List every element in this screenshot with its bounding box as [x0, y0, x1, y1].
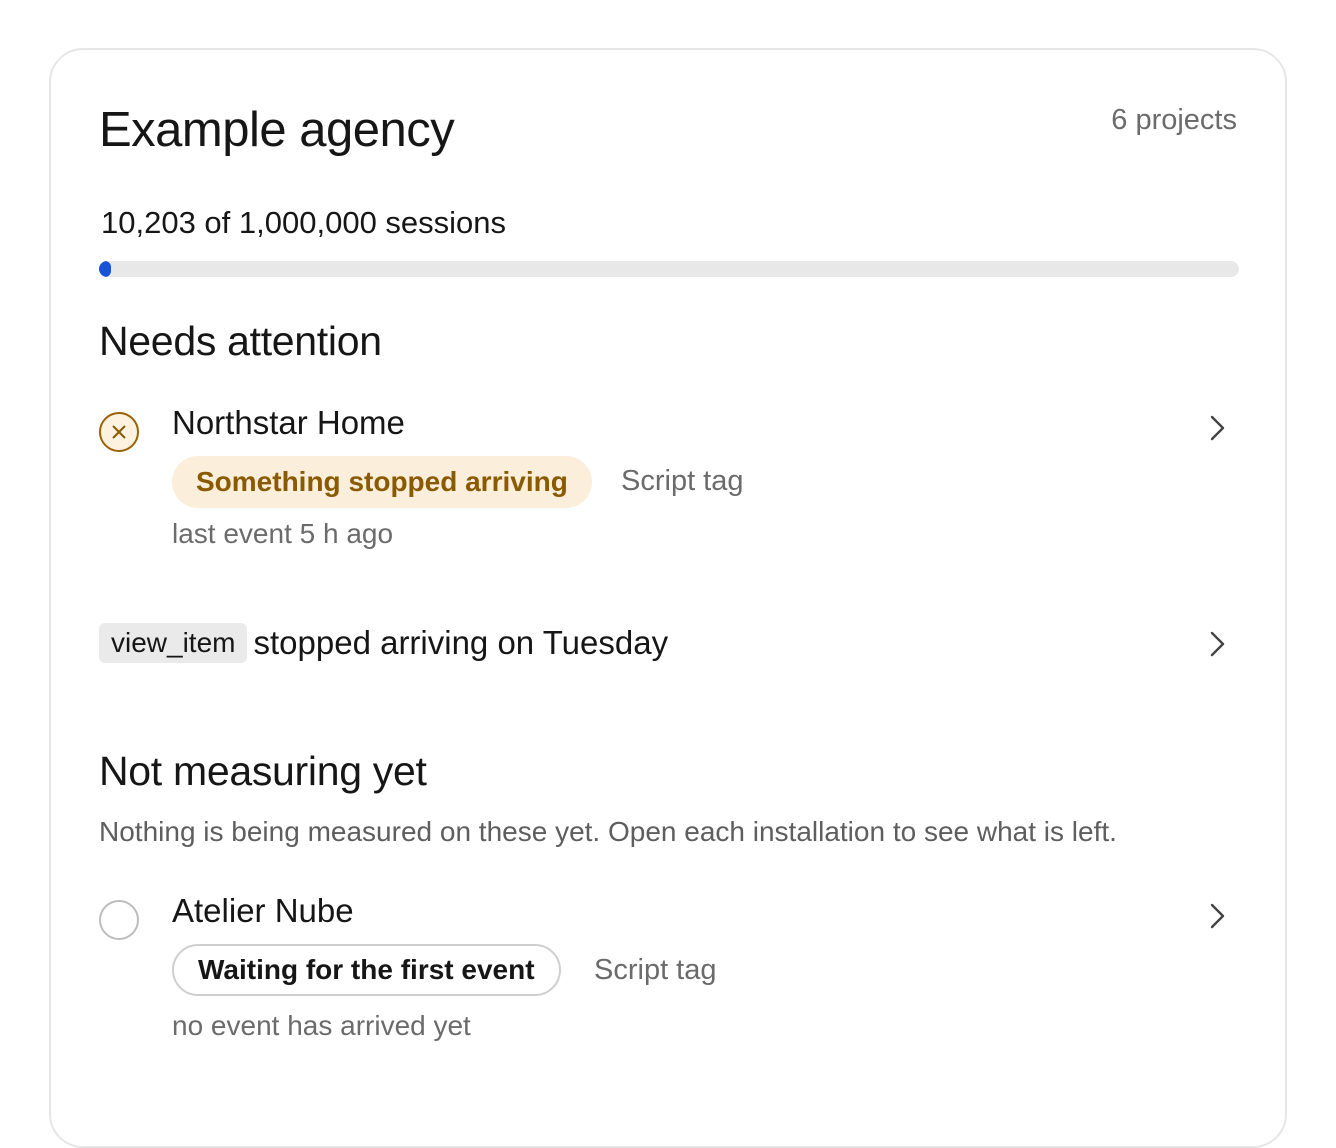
chevron-right-icon[interactable]	[1205, 900, 1229, 932]
project-name-northstar[interactable]: Northstar Home	[172, 404, 405, 442]
project-count: 6 projects	[1111, 104, 1237, 136]
last-event-text: no event has arrived yet	[172, 1010, 471, 1041]
sessions-progress-fill	[99, 261, 111, 277]
event-name-chip: view_item	[99, 623, 248, 663]
not-measuring-description: Nothing is being measured on these yet. …	[99, 816, 1117, 847]
event-alert-message: stopped arriving on Tuesday	[253, 624, 669, 661]
status-badge: Something stopped arriving	[172, 456, 592, 508]
chevron-right-icon[interactable]	[1205, 412, 1229, 444]
needs-attention-heading: Needs attention	[99, 318, 382, 364]
source-label: Script tag	[621, 465, 744, 497]
status-badge: Waiting for the first event	[172, 944, 561, 996]
x-circle-icon	[99, 412, 139, 452]
sessions-progress-bar	[99, 261, 1239, 277]
last-event-text: last event 5 h ago	[172, 518, 394, 549]
chevron-right-icon[interactable]	[1205, 628, 1229, 660]
event-alert-row[interactable]: view_item stopped arriving on Tuesday	[99, 623, 668, 663]
agency-card: Example agency 6 projects 10,203 of 1,00…	[49, 48, 1287, 1148]
not-measuring-heading: Not measuring yet	[99, 748, 427, 794]
empty-circle-icon	[99, 900, 139, 940]
agency-title: Example agency	[99, 103, 455, 157]
source-label: Script tag	[594, 954, 717, 986]
project-name-atelier[interactable]: Atelier Nube	[172, 892, 354, 930]
sessions-usage-text: 10,203 of 1,000,000 sessions	[101, 205, 507, 240]
